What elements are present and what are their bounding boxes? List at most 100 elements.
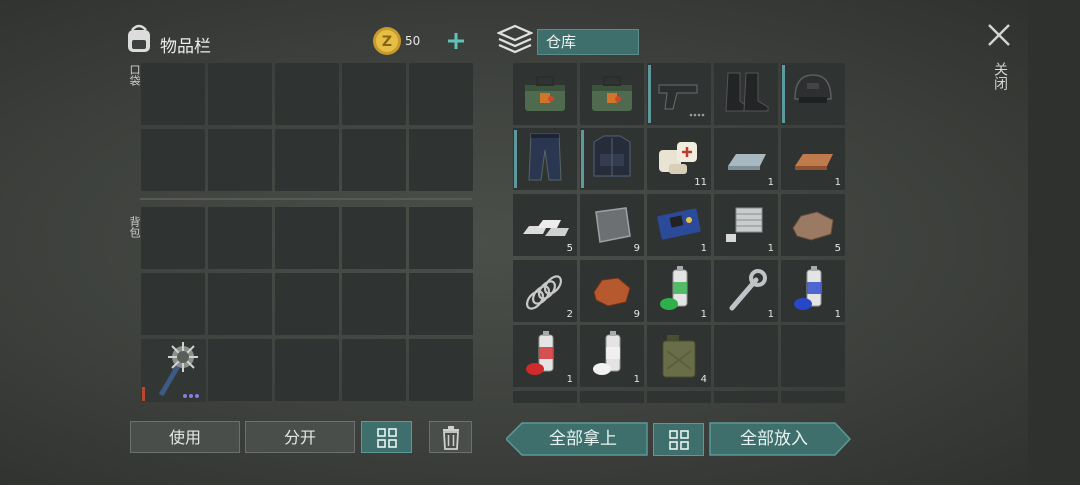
item-count: 1 <box>767 309 774 320</box>
grid-icon <box>668 430 689 450</box>
explosive-crate-item[interactable] <box>580 63 644 125</box>
add-coins-button[interactable] <box>442 28 470 54</box>
storage-slot[interactable] <box>513 391 577 403</box>
item-count: 1 <box>633 374 640 385</box>
pocket-slot[interactable] <box>275 129 339 191</box>
pocket-slot[interactable] <box>141 63 205 125</box>
sort-storage-button[interactable] <box>653 423 704 456</box>
helmet-item[interactable] <box>781 63 845 125</box>
item-count: 1 <box>767 243 774 254</box>
pistol-item[interactable] <box>647 63 711 125</box>
storage-slot[interactable] <box>781 391 845 403</box>
tactical-vest-icon <box>580 128 644 190</box>
backpack-label: 背包 <box>128 216 141 238</box>
backpack-slot[interactable] <box>342 207 406 269</box>
item-count: 9 <box>633 243 640 254</box>
backpack-slot[interactable] <box>141 273 205 335</box>
ore-rock-item[interactable]: 5 <box>781 194 845 256</box>
item-count: 1 <box>834 309 841 320</box>
item-count: 11 <box>694 177 707 188</box>
backpack-slot[interactable] <box>275 339 339 401</box>
use-button[interactable]: 使用 <box>130 421 240 453</box>
backpack-slot[interactable] <box>208 273 272 335</box>
bandage-item[interactable]: 11 <box>647 128 711 190</box>
backpack-slot[interactable] <box>208 339 272 401</box>
trash-button[interactable] <box>429 421 472 453</box>
item-count: 5 <box>566 243 573 254</box>
copper-ore-item[interactable]: 9 <box>580 260 644 322</box>
circuit-board-item[interactable]: 1 <box>647 194 711 256</box>
storage-slot[interactable] <box>647 391 711 403</box>
pocket-slot[interactable] <box>141 129 205 191</box>
blue-spray-paint-item[interactable]: 1 <box>781 260 845 322</box>
grid-icon <box>376 428 397 448</box>
explosive-crate-item[interactable] <box>513 63 577 125</box>
jerrycan-item[interactable]: 4 <box>647 325 711 387</box>
helmet-icon <box>781 63 845 125</box>
right-edge-panel <box>1028 0 1080 485</box>
storage-slot[interactable] <box>580 391 644 403</box>
pocket-slot[interactable] <box>342 129 406 191</box>
item-count: 1 <box>700 309 707 320</box>
backpack-slot[interactable] <box>409 273 473 335</box>
pocket-label: 口袋 <box>128 64 141 86</box>
pocket-slot[interactable] <box>342 63 406 125</box>
storage-icon <box>496 24 534 56</box>
storage-slot[interactable] <box>781 325 845 387</box>
boots-icon <box>714 63 778 125</box>
pocket-slot[interactable] <box>409 129 473 191</box>
boots-item[interactable] <box>714 63 778 125</box>
spiked-mace-item[interactable] <box>141 339 206 402</box>
green-spray-paint-item[interactable]: 1 <box>647 260 711 322</box>
red-spray-paint-item[interactable]: 1 <box>513 325 577 387</box>
coin-icon: Z <box>372 26 402 56</box>
tactical-vest-item[interactable] <box>580 128 644 190</box>
backpack-slot[interactable] <box>342 339 406 401</box>
item-count: 1 <box>700 243 707 254</box>
wrench-item[interactable]: 1 <box>714 260 778 322</box>
engine-block-item[interactable]: 1 <box>714 194 778 256</box>
backpack-slot[interactable] <box>208 207 272 269</box>
item-count: 1 <box>767 177 774 188</box>
backpack-icon <box>124 22 154 54</box>
backpack-slot[interactable] <box>141 207 205 269</box>
iron-ingot-item[interactable]: 1 <box>714 128 778 190</box>
storage-slot[interactable] <box>714 325 778 387</box>
tactical-pants-item[interactable] <box>513 128 577 190</box>
put-all-button[interactable]: 全部放入 <box>709 422 851 456</box>
section-divider <box>140 198 472 200</box>
pocket-slot[interactable] <box>208 63 272 125</box>
backpack-slot[interactable] <box>409 207 473 269</box>
backpack-slot[interactable] <box>409 339 473 401</box>
pocket-slot[interactable] <box>409 63 473 125</box>
storage-title[interactable]: 仓库 <box>537 29 639 55</box>
item-count: 5 <box>834 243 841 254</box>
close-label[interactable]: 关闭 <box>990 62 1010 90</box>
split-button[interactable]: 分开 <box>245 421 355 453</box>
item-count: 1 <box>566 374 573 385</box>
backpack-slot[interactable] <box>275 207 339 269</box>
item-count: 4 <box>700 374 707 385</box>
coin-amount: 50 <box>405 34 421 48</box>
pistol-icon <box>647 63 711 125</box>
item-count: 9 <box>633 309 640 320</box>
silver-bars-item[interactable]: 5 <box>513 194 577 256</box>
item-count: 1 <box>834 177 841 188</box>
backpack-slot[interactable] <box>342 273 406 335</box>
storage-slot[interactable] <box>714 391 778 403</box>
metal-plate-item[interactable]: 9 <box>580 194 644 256</box>
take-all-button[interactable]: 全部拿上 <box>506 422 648 456</box>
sort-inventory-button[interactable] <box>361 421 412 453</box>
inventory-title: 物品栏 <box>160 37 211 57</box>
svg-text:Z: Z <box>382 34 392 50</box>
copper-ingot-item[interactable]: 1 <box>781 128 845 190</box>
pocket-slot[interactable] <box>208 129 272 191</box>
take-all-label: 全部拿上 <box>549 429 617 449</box>
explosive-crate-icon <box>580 63 644 125</box>
pocket-slot[interactable] <box>275 63 339 125</box>
backpack-slot[interactable] <box>275 273 339 335</box>
close-icon[interactable] <box>986 22 1012 48</box>
spring-item[interactable]: 2 <box>513 260 577 322</box>
white-spray-paint-item[interactable]: 1 <box>580 325 644 387</box>
item-count: 2 <box>566 309 573 320</box>
